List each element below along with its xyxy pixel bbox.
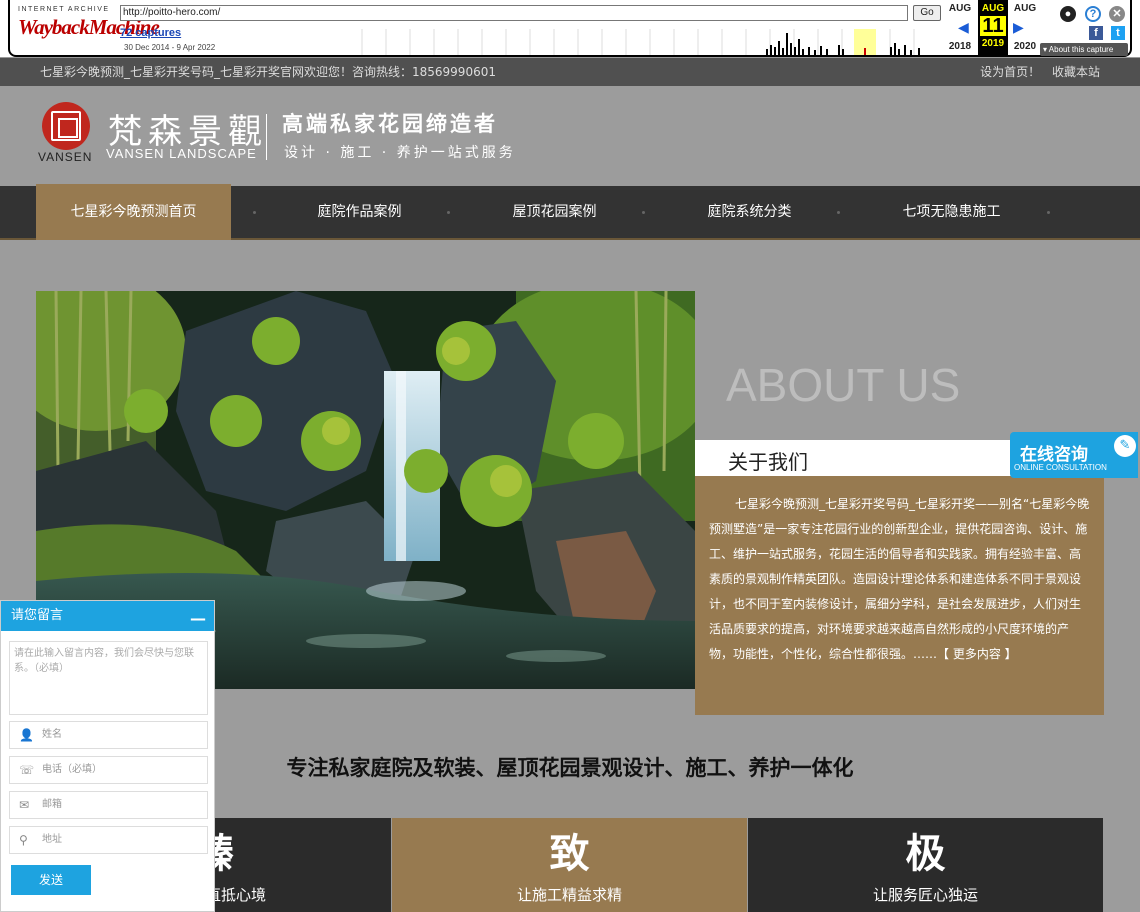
- next-year-label[interactable]: 2020: [1010, 41, 1040, 52]
- current-year: 2019: [981, 38, 1005, 49]
- location-pin-icon: ⚲: [19, 833, 28, 847]
- nav-separator: [642, 211, 645, 214]
- nav-item-categories[interactable]: 庭院系统分类: [652, 186, 847, 238]
- internet-archive-label: INTERNET ARCHIVE: [18, 6, 110, 13]
- phone-field[interactable]: ☏ 电话（必填）: [9, 756, 208, 784]
- top-links: 设为首页！ 收藏本站: [972, 58, 1100, 86]
- about-capture-label: About this capture: [1048, 45, 1114, 54]
- user-icon[interactable]: ●: [1060, 6, 1076, 22]
- capture-sparkline[interactable]: [342, 29, 942, 55]
- current-day: 11: [980, 16, 1006, 36]
- phone-icon: ☏: [19, 763, 35, 777]
- message-panel: 请您留言 — 请在此输入留言内容，我们会尽快与您联系。（必填） 👤 姓名 ☏ 电…: [0, 600, 215, 912]
- person-icon: 👤: [19, 728, 34, 742]
- nav-item-home[interactable]: 七星彩今晚预测首页: [36, 184, 231, 240]
- next-capture-arrow-icon[interactable]: ▶: [1013, 20, 1024, 36]
- captures-link[interactable]: 72 captures: [120, 27, 181, 39]
- minimize-icon[interactable]: —: [190, 604, 206, 634]
- nav-separator: [447, 211, 450, 214]
- about-heading-en: ABOUT US: [726, 359, 961, 411]
- name-placeholder: 姓名: [42, 729, 62, 740]
- consult-title: 在线咨询: [1020, 445, 1088, 465]
- name-field[interactable]: 👤 姓名: [9, 721, 208, 749]
- nav-separator: [253, 211, 256, 214]
- about-body-text: 七星彩今晚预测_七星彩开奖号码_七星彩开奖——别名“七星彩今晚预测墅造”是一家专…: [709, 497, 1090, 661]
- welcome-text: 七星彩今晚预测_七星彩开奖号码_七星彩开奖官网欢迎您！咨询热线：18569990…: [40, 65, 496, 79]
- wayback-logo[interactable]: INTERNET ARCHIVE WaybackMachine: [18, 6, 160, 48]
- prev-month-label[interactable]: AUG: [945, 3, 975, 14]
- site-header: VANSEN 梵森景觀 VANSEN LANDSCAPE 高端私家花园缔造者 设…: [0, 86, 1140, 186]
- nav-separator: [837, 211, 840, 214]
- chat-icon: ✎: [1114, 435, 1136, 457]
- about-more-link[interactable]: 【 更多内容 】: [937, 647, 1017, 661]
- facebook-icon[interactable]: f: [1089, 26, 1103, 40]
- prev-year-label[interactable]: 2018: [945, 41, 975, 52]
- phone-placeholder: 电话（必填）: [42, 764, 102, 775]
- wayback-toolbar: INTERNET ARCHIVE WaybackMachine http://p…: [0, 0, 1140, 58]
- email-placeholder: 邮箱: [42, 799, 62, 810]
- feature-caption: 让施工精益求精: [516, 886, 622, 904]
- message-content-textarea[interactable]: 请在此输入留言内容，我们会尽快与您联系。（必填）: [9, 641, 208, 715]
- feature-block-construction: 致 让施工精益求精: [392, 818, 747, 912]
- capture-range: 30 Dec 2014 - 9 Apr 2022: [124, 43, 216, 52]
- help-icon[interactable]: ?: [1085, 6, 1101, 22]
- logo-seal-icon[interactable]: [42, 102, 90, 150]
- current-capture-date: AUG 11 2019: [978, 0, 1008, 55]
- twitter-icon[interactable]: t: [1111, 26, 1125, 40]
- about-description: 七星彩今晚预测_七星彩开奖号码_七星彩开奖——别名“七星彩今晚预测墅造”是一家专…: [695, 476, 1104, 715]
- prev-capture-arrow-icon[interactable]: ◀: [958, 20, 969, 36]
- email-field[interactable]: ✉ 邮箱: [9, 791, 208, 819]
- main-nav: 七星彩今晚预测首页 庭院作品案例 屋顶花园案例 庭院系统分类 七项无隐患施工: [0, 184, 1140, 240]
- online-consultation-badge[interactable]: 在线咨询 ONLINE CONSULTATION ✎: [1010, 432, 1138, 478]
- close-icon[interactable]: ✕: [1109, 6, 1125, 22]
- nav-item-construction[interactable]: 七项无隐患施工: [854, 186, 1049, 238]
- top-info-bar: 七星彩今晚预测_七星彩开奖号码_七星彩开奖官网欢迎您！咨询热线：18569990…: [0, 58, 1140, 86]
- feature-big-char: 极: [905, 831, 946, 877]
- nav-item-rooftop[interactable]: 屋顶花园案例: [457, 186, 652, 238]
- bookmark-link[interactable]: 收藏本站: [1052, 65, 1100, 79]
- wayback-url-input[interactable]: http://poitto-hero.com/: [120, 5, 908, 21]
- message-panel-header[interactable]: 请您留言 —: [1, 601, 214, 631]
- wayback-go-button[interactable]: Go: [913, 5, 941, 21]
- next-month-label[interactable]: AUG: [1010, 3, 1040, 14]
- header-divider: [266, 114, 267, 160]
- set-homepage-link[interactable]: 设为首页！: [980, 65, 1040, 79]
- address-field[interactable]: ⚲ 地址: [9, 826, 208, 854]
- current-month: AUG: [981, 3, 1005, 14]
- address-placeholder: 地址: [42, 834, 62, 845]
- mail-icon: ✉: [19, 798, 30, 812]
- header-services: 设计 · 施工 · 养护一站式服务: [284, 145, 516, 161]
- logo-en-text: VANSEN: [38, 150, 93, 164]
- header-slogan: 高端私家花园缔造者: [282, 112, 498, 136]
- logo-subtitle: VANSEN LANDSCAPE: [106, 146, 257, 161]
- consult-subtitle: ONLINE CONSULTATION: [1014, 463, 1107, 472]
- feature-big-char: 致: [549, 831, 590, 877]
- about-capture-dropdown[interactable]: ▾ About this capture: [1040, 43, 1128, 56]
- about-heading-cn: 关于我们: [728, 450, 808, 474]
- message-panel-title: 请您留言: [11, 608, 64, 623]
- feature-block-service: 极 让服务匠心独运: [748, 818, 1103, 912]
- nav-item-courtyard[interactable]: 庭院作品案例: [262, 186, 457, 238]
- feature-caption: 让服务匠心独运: [872, 886, 978, 904]
- send-button[interactable]: 发送: [11, 865, 91, 895]
- wayback-machine-logo-text: WaybackMachine: [18, 15, 160, 39]
- nav-separator: [1047, 211, 1050, 214]
